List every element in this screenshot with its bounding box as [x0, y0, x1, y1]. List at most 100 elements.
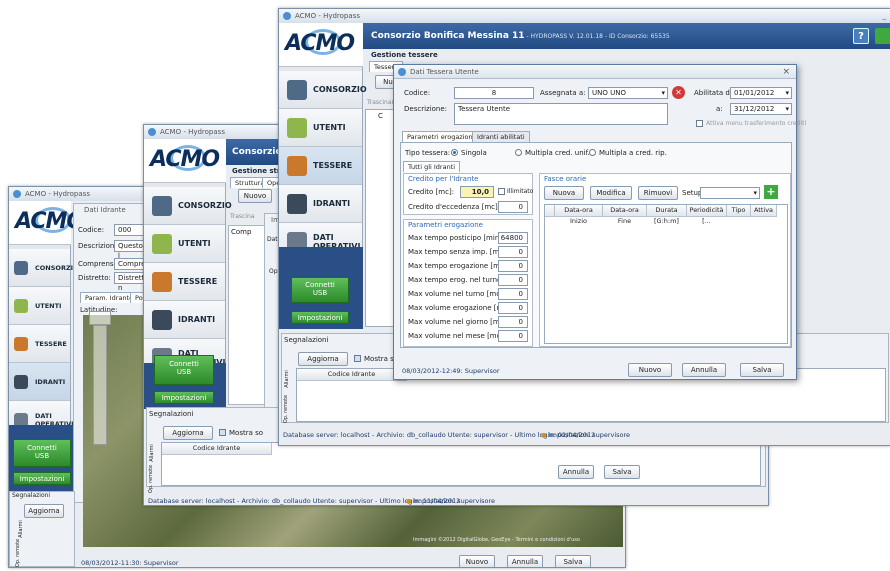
credito-field[interactable]: 10,0 [460, 186, 494, 198]
singola-label: Singola [461, 149, 487, 157]
remote-tab[interactable]: Op. remote [148, 465, 154, 493]
impostazioni-button[interactable]: Impostazioni [13, 472, 71, 485]
tab-idranti-abilitati[interactable]: Idranti abilitati [472, 131, 530, 142]
connect-usb-button[interactable]: Connetti USB [13, 439, 71, 467]
param-field[interactable]: 0 [498, 302, 528, 314]
window-title: ACMO - Hydropass [295, 12, 360, 20]
map-zoom-slider[interactable] [93, 325, 107, 445]
allarmi-tab[interactable]: Allarmi [149, 444, 155, 462]
chevron-down-icon: ▾ [785, 89, 789, 97]
rimuovi-button[interactable]: Rimuovi [638, 186, 678, 200]
credito-label: Credito [mc]: [408, 188, 455, 196]
impostazioni-supervisore-link[interactable]: ● Impostazioni supervisore [541, 431, 630, 439]
nav-utenti[interactable]: UTENTI [9, 287, 70, 325]
nav-idranti[interactable]: IDRANTI [279, 185, 362, 223]
minimize-button[interactable]: _ [883, 9, 887, 23]
eccedenza-label: Credito d'eccedenza [mc]: [408, 203, 501, 211]
allarmi-tab[interactable]: Allarmi [284, 370, 290, 388]
assegnata-select[interactable]: UNO UNO ▾ [588, 87, 668, 99]
structure-tree[interactable]: Comp [228, 225, 266, 405]
param-field[interactable]: 0 [498, 246, 528, 258]
col-header[interactable]: Data-ora Fine [603, 205, 647, 225]
radio-multipla-unif[interactable] [515, 149, 522, 156]
nuova-button[interactable]: Nuova [544, 186, 584, 200]
descrizione-field[interactable]: Tessera Utente [454, 103, 668, 125]
param-field[interactable]: 0 [498, 288, 528, 300]
close-icon[interactable]: × [782, 65, 790, 79]
aggiorna-button[interactable]: Aggiorna [163, 426, 213, 440]
param-field[interactable]: 0 [498, 330, 528, 342]
connect-usb-button[interactable]: Connetti USB [154, 355, 214, 385]
clear-icon[interactable]: ✕ [672, 86, 685, 99]
abilitata-date[interactable]: 01/01/2012 ▾ [730, 87, 792, 99]
param-label: Max volume nel giorno [mc]: [408, 318, 509, 326]
nav-consorzio[interactable]: CONSORZIO [279, 71, 367, 109]
nav-utenti[interactable]: UTENTI [279, 109, 362, 147]
a-date[interactable]: 31/12/2012 ▾ [730, 103, 792, 115]
impostazioni-button[interactable]: Impostazioni [291, 311, 349, 324]
chevron-down-icon: ▾ [753, 189, 757, 197]
add-setup-icon[interactable]: + [764, 185, 778, 199]
tab-parametri-erogazione[interactable]: Parametri erogazione [402, 131, 482, 142]
col-header[interactable]: Attiva [751, 205, 777, 217]
col-selector[interactable] [545, 205, 555, 217]
nuovo-button[interactable]: Nuovo [628, 363, 672, 377]
radio-multipla-rip[interactable] [589, 149, 596, 156]
allarmi-tab[interactable]: Allarmi [18, 520, 24, 538]
fasce-grid[interactable]: Data-ora Inizio Data-ora Fine Durata [G:h:… [544, 204, 788, 344]
col-header[interactable]: Periodicità [... [687, 205, 727, 225]
illimitato-checkbox[interactable] [498, 188, 505, 195]
setups-select[interactable]: ▾ [700, 187, 760, 199]
salva-button[interactable]: Salva [740, 363, 784, 377]
remote-tab[interactable]: Op. remote [283, 395, 289, 423]
mostra-checkbox[interactable] [219, 429, 226, 436]
consorzio-icon [14, 261, 28, 275]
exit-icon[interactable] [875, 28, 890, 44]
modifica-button[interactable]: Modifica [590, 186, 632, 200]
segnalazioni-title: Segnalazioni [284, 336, 329, 344]
nav-utenti[interactable]: UTENTI [144, 225, 225, 263]
impostazioni-button[interactable]: Impostazioni [154, 391, 214, 404]
dialog-title: Dati Tessera Utente [410, 68, 479, 76]
radio-singola[interactable] [451, 149, 458, 156]
dialog-titlebar: Dati Tessera Utente × [394, 65, 796, 79]
connect-usb-button[interactable]: Connetti USB [291, 277, 349, 303]
param-field[interactable]: 64800 [498, 232, 528, 244]
param-field[interactable]: 0 [498, 274, 528, 286]
aggiorna-button[interactable]: Aggiorna [298, 352, 348, 366]
col-header[interactable]: Durata [G:h:m] [647, 205, 687, 225]
param-field[interactable]: 0 [498, 260, 528, 272]
col-codice-idrante[interactable]: Codice Idrante [297, 369, 407, 381]
help-icon[interactable]: ? [853, 28, 869, 44]
nav-tessere[interactable]: TESSERE [279, 147, 362, 185]
nav-idranti[interactable]: IDRANTI [9, 363, 70, 401]
mostra-checkbox[interactable] [354, 355, 361, 362]
nav-idranti[interactable]: IDRANTI [144, 301, 225, 339]
nav-consorzio[interactable]: CONSORZIO [144, 187, 232, 225]
annulla-button[interactable]: Annulla [507, 555, 543, 567]
nav-tessere[interactable]: TESSERE [9, 325, 70, 363]
col-header[interactable]: Tipo [727, 205, 751, 217]
col-codice-idrante[interactable]: Codice Idrante [162, 443, 272, 455]
aggiorna-button[interactable]: Aggiorna [24, 504, 64, 518]
annulla-button[interactable]: Annulla [558, 465, 594, 479]
nuovo-button[interactable]: Nuovo [459, 555, 495, 567]
remote-tab[interactable]: Op. remote [15, 539, 21, 567]
nuovo-button[interactable]: Nuovo [238, 189, 272, 203]
eccedenza-field[interactable]: 0 [498, 201, 528, 213]
nav-tessere[interactable]: TESSERE [144, 263, 225, 301]
salva-button[interactable]: Salva [604, 465, 640, 479]
users-icon [287, 118, 307, 138]
map-pan-control[interactable] [89, 311, 111, 325]
col-header[interactable]: Data-ora Inizio [555, 205, 603, 225]
annulla-button[interactable]: Annulla [682, 363, 726, 377]
segnalazioni-grid[interactable]: Codice Idrante [161, 442, 761, 486]
nav-consorzio[interactable]: CONSORZIO [9, 249, 79, 287]
menu-trasferimento-checkbox[interactable] [696, 120, 703, 127]
codice-field[interactable]: 8 [454, 87, 534, 99]
param-field[interactable]: 0 [498, 316, 528, 328]
tab-content: Tipo tessera: Singola Multipla cred. uni… [400, 142, 792, 348]
tab-tutti-idranti[interactable]: Tutti gli Idranti [403, 161, 461, 172]
impostazioni-supervisore-link[interactable]: ● Impostazioni supervisore [406, 497, 495, 505]
salva-button[interactable]: Salva [555, 555, 591, 567]
